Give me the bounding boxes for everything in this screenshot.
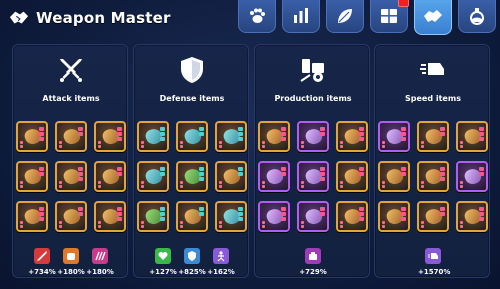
item-slot[interactable] — [336, 201, 368, 232]
header-bar: Weapon Master — [0, 0, 500, 40]
item-grid — [378, 121, 488, 235]
tab-rewards[interactable] — [370, 0, 409, 33]
tab-nature[interactable] — [326, 0, 364, 33]
item-slot[interactable] — [258, 161, 290, 192]
bonus-value: +180% — [57, 268, 85, 276]
bonus-defense-armor: +825% — [177, 248, 207, 276]
item-slot[interactable] — [16, 201, 48, 232]
bonus-value: +127% — [149, 268, 177, 276]
item-slot[interactable] — [215, 161, 247, 192]
claw-icon — [92, 248, 108, 264]
item-slot[interactable] — [16, 121, 48, 152]
item-slot[interactable] — [55, 121, 87, 152]
tab-pets[interactable] — [238, 0, 276, 33]
item-slot[interactable] — [456, 121, 488, 152]
item-slot[interactable] — [336, 161, 368, 192]
crossed-swords-icon — [60, 59, 82, 82]
tab-bar — [238, 0, 496, 35]
item-slot[interactable] — [297, 121, 329, 152]
category-title: Production items — [274, 94, 352, 103]
bonus-value: +1570% — [418, 268, 451, 276]
item-slot[interactable] — [378, 121, 410, 152]
item-slot[interactable] — [417, 121, 449, 152]
title-area: Weapon Master — [8, 8, 171, 28]
item-slot[interactable] — [176, 121, 208, 152]
item-slot[interactable] — [176, 201, 208, 232]
item-slot[interactable] — [215, 121, 247, 152]
coin-bag-icon — [305, 248, 321, 264]
bar-chart-icon — [294, 8, 308, 23]
category-title: Speed items — [405, 94, 461, 103]
item-slot[interactable] — [137, 161, 169, 192]
item-slot[interactable] — [55, 161, 87, 192]
bonus-defense-evade: +162% — [206, 248, 236, 276]
page-title: Weapon Master — [36, 9, 171, 27]
panel-attack-items: Attack items +734% +180% +180% — [12, 44, 128, 278]
heart-plus-icon — [155, 248, 171, 264]
potion-icon — [470, 8, 484, 25]
item-slot[interactable] — [176, 161, 208, 192]
item-slot[interactable] — [378, 161, 410, 192]
bonus-production: +729% — [298, 248, 328, 276]
item-slot[interactable] — [94, 201, 126, 232]
shield-icon — [181, 57, 203, 83]
item-slot[interactable] — [456, 201, 488, 232]
item-slot[interactable] — [297, 201, 329, 232]
item-grid — [16, 121, 126, 235]
item-slot[interactable] — [137, 121, 169, 152]
bonus-value: +162% — [207, 268, 235, 276]
bonus-value: +729% — [299, 268, 327, 276]
item-slot[interactable] — [94, 161, 126, 192]
bonus-defense-heal: +127% — [148, 248, 178, 276]
item-slot[interactable] — [417, 161, 449, 192]
speed-small-icon — [425, 248, 441, 264]
item-slot[interactable] — [456, 161, 488, 192]
item-grid — [137, 121, 247, 235]
bonus-value: +180% — [86, 268, 114, 276]
tab-weapon-master[interactable] — [414, 0, 452, 35]
leaf-icon — [338, 9, 352, 23]
tab-potions[interactable] — [458, 0, 496, 33]
panel-speed-items: Speed items +1570% — [374, 44, 490, 278]
bonus-attack-power: +180% — [56, 248, 86, 276]
item-slot[interactable] — [215, 201, 247, 232]
category-title: Defense items — [159, 94, 225, 103]
gift-box-icon — [381, 9, 397, 23]
fist-icon — [63, 248, 79, 264]
notification-badge — [398, 0, 409, 7]
sword-icon — [34, 248, 50, 264]
panel-production-items: Production items +729% — [254, 44, 370, 278]
item-slot[interactable] — [94, 121, 126, 152]
bonus-value: +734% — [28, 268, 56, 276]
item-slot[interactable] — [16, 161, 48, 192]
item-slot[interactable] — [417, 201, 449, 232]
item-slot[interactable] — [378, 201, 410, 232]
speed-icon — [420, 63, 444, 75]
item-slot[interactable] — [137, 201, 169, 232]
item-slot[interactable] — [258, 201, 290, 232]
bonus-attack-crit: +180% — [85, 248, 115, 276]
production-icon — [300, 59, 324, 82]
bonus-speed: +1570% — [418, 248, 451, 276]
tab-stats[interactable] — [282, 0, 320, 33]
item-slot[interactable] — [258, 121, 290, 152]
bonus-attack-damage: +734% — [27, 248, 57, 276]
handshake-icon — [9, 11, 29, 24]
bonus-value: +825% — [178, 268, 206, 276]
item-slot[interactable] — [336, 121, 368, 152]
item-slot[interactable] — [297, 161, 329, 192]
shield-small-icon — [184, 248, 200, 264]
item-slot[interactable] — [55, 201, 87, 232]
item-grid — [258, 121, 368, 235]
panel-defense-items: Defense items +127% +825% +162% — [133, 44, 249, 278]
paw-icon — [250, 8, 265, 23]
category-title: Attack items — [42, 94, 100, 103]
handshake-icon — [424, 10, 442, 22]
figure-icon — [213, 248, 229, 264]
